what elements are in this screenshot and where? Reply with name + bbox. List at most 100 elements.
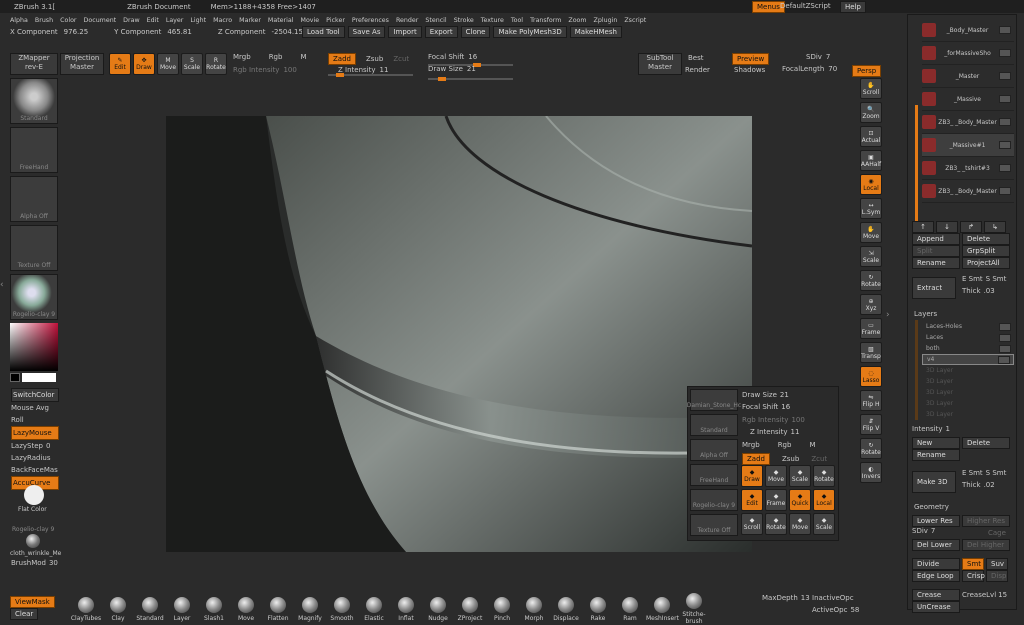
right-tool-lasso-12[interactable]: ◌ Lasso xyxy=(860,366,882,387)
right-tool-flipv-14[interactable]: ⇵ Flip V xyxy=(860,414,882,435)
disp-toggle[interactable]: Disp xyxy=(986,570,1008,582)
menu-item-movie[interactable]: Movie xyxy=(301,17,320,24)
layer-intensity[interactable]: Intensity 1 xyxy=(912,425,950,433)
right-tool-lsym-5[interactable]: ↔ L.Sym xyxy=(860,198,882,219)
menu-item-render[interactable]: Render xyxy=(396,17,418,24)
subtool-visibility-toggle[interactable] xyxy=(998,49,1011,57)
grpsplit-button[interactable]: GrpSplit xyxy=(962,245,1010,257)
down-arrow-icon[interactable]: ↓ xyxy=(936,221,958,233)
rgb-button[interactable]: Rgb xyxy=(269,53,283,61)
menu-item-color[interactable]: Color xyxy=(60,17,76,24)
popup-btn-move-10[interactable]: ◆ Move xyxy=(789,513,811,535)
delete-subtool-button[interactable]: Delete xyxy=(962,233,1010,245)
persp-button[interactable]: Persp xyxy=(852,65,882,77)
right-tool-rotate-15[interactable]: ↻ Rotate xyxy=(860,438,882,459)
cloth-brush-icon[interactable] xyxy=(26,534,40,548)
subtool-item[interactable]: _Master xyxy=(922,65,1014,88)
draw-size-slider[interactable] xyxy=(428,77,513,81)
focal-shift[interactable]: Focal Shift 16 xyxy=(428,53,477,61)
zcut-button[interactable]: Zcut xyxy=(393,55,409,63)
subtool-item[interactable]: _Massive#1 xyxy=(922,134,1014,157)
rgb-intensity[interactable]: Rgb Intensity 100 xyxy=(233,66,297,74)
right-tool-scale-7[interactable]: ⇲ Scale xyxy=(860,246,882,267)
smt-toggle[interactable]: Smt xyxy=(962,558,984,570)
focal-length[interactable]: FocalLength 70 xyxy=(782,65,837,73)
subtool-item[interactable]: _Massive xyxy=(922,88,1014,111)
menu-item-marker[interactable]: Marker xyxy=(239,17,261,24)
script-button[interactable]: DefaultZScript xyxy=(780,2,831,10)
extract-thick[interactable]: Thick .03 xyxy=(962,287,995,295)
subtool-visibility-toggle[interactable] xyxy=(998,26,1011,34)
layer-item[interactable]: Laces xyxy=(922,332,1014,343)
clear-button[interactable]: Clear xyxy=(10,608,39,620)
layer-item[interactable]: both xyxy=(922,343,1014,354)
right-collapse-icon[interactable]: › xyxy=(886,310,894,330)
roll-button[interactable]: Roll xyxy=(11,414,59,426)
file-button-2[interactable]: Import xyxy=(388,26,422,38)
brush-meshinsert[interactable]: MeshInsert xyxy=(646,596,679,622)
popup-freehand-tile[interactable]: FreeHand xyxy=(690,464,738,486)
subtool-item[interactable]: _Body_Master xyxy=(922,19,1014,42)
flat-color-material[interactable] xyxy=(24,485,44,505)
scale-button[interactable]: S Scale xyxy=(181,53,203,75)
new-layer-button[interactable]: New xyxy=(912,437,960,449)
subtool-item[interactable]: ZB3_ _Body_Master xyxy=(922,111,1014,134)
menu-item-material[interactable]: Material xyxy=(268,17,294,24)
popup-btn-rotate-3[interactable]: ◆ Rotate xyxy=(813,465,835,487)
active-opacity[interactable]: ActiveOpc 58 xyxy=(812,606,859,614)
brush-tile-standard[interactable]: Standard xyxy=(10,78,58,124)
brush-rake[interactable]: Rake xyxy=(582,596,614,622)
brush-displace[interactable]: Displace xyxy=(550,596,582,622)
secondary-color-swatch[interactable] xyxy=(10,373,20,382)
popup-btn-local-7[interactable]: ◆ Local xyxy=(813,489,835,511)
best-button[interactable]: Best xyxy=(688,54,704,62)
move-up-icon[interactable]: ↱ xyxy=(960,221,982,233)
file-button-0[interactable]: Load Tool xyxy=(302,26,345,38)
layers-scrollbar[interactable] xyxy=(915,320,918,420)
lazymouse-button[interactable]: LazyMouse xyxy=(11,426,59,440)
menu-item-zscript[interactable]: Zscript xyxy=(624,17,646,24)
lazystep-slider[interactable]: LazyStep 0 xyxy=(11,440,59,452)
z-intensity[interactable]: Z Intensity 11 xyxy=(338,66,388,74)
layer-toggle[interactable] xyxy=(999,344,1011,353)
mrgb-button[interactable]: Mrgb xyxy=(233,53,251,61)
zadd-button[interactable]: Zadd xyxy=(328,53,356,65)
make3d-esmt[interactable]: E Smt xyxy=(962,469,983,477)
popup-texture-tile[interactable]: Texture Off xyxy=(690,514,738,536)
menu-item-brush[interactable]: Brush xyxy=(35,17,53,24)
subtool-visibility-toggle[interactable] xyxy=(999,72,1011,80)
brush-pinch[interactable]: Pinch xyxy=(486,596,518,622)
render-button[interactable]: Render xyxy=(685,66,710,74)
lazyradius-slider[interactable]: LazyRadius xyxy=(11,452,59,464)
split-button[interactable]: Split xyxy=(912,245,960,257)
subtool-visibility-toggle[interactable] xyxy=(999,187,1011,195)
menu-item-light[interactable]: Light xyxy=(190,17,206,24)
uncrease-button[interactable]: UnCrease xyxy=(912,601,960,613)
subtool-item[interactable]: ZB3_ _tshirt#3 xyxy=(922,157,1014,180)
popup-btn-scale-2[interactable]: ◆ Scale xyxy=(789,465,811,487)
menu-item-tool[interactable]: Tool xyxy=(511,17,523,24)
subtool-visibility-toggle[interactable] xyxy=(998,164,1011,172)
layer-toggle[interactable] xyxy=(998,355,1010,364)
z-intensity-slider[interactable] xyxy=(328,73,413,77)
left-collapse-icon[interactable]: ‹ xyxy=(0,280,8,300)
del-lower-button[interactable]: Del Lower xyxy=(912,539,960,551)
brush-elastic[interactable]: Elastic xyxy=(358,596,390,622)
right-tool-scroll-0[interactable]: ✋ Scroll xyxy=(860,78,882,99)
subtool-master-button[interactable]: SubTool Master xyxy=(638,53,682,75)
draw-button[interactable]: ✥ Draw xyxy=(133,53,155,75)
popup-zsub[interactable]: Zsub xyxy=(782,455,799,463)
brush-smooth[interactable]: Smooth xyxy=(326,596,358,622)
file-button-5[interactable]: Make PolyMesh3D xyxy=(493,26,567,38)
append-button[interactable]: Append xyxy=(912,233,960,245)
brush-morph[interactable]: Morph xyxy=(518,596,550,622)
brush-zproject[interactable]: ZProject xyxy=(454,596,486,622)
higher-res-button[interactable]: Higher Res xyxy=(962,515,1010,527)
del-higher-button[interactable]: Del Higher xyxy=(962,539,1010,551)
file-button-4[interactable]: Clone xyxy=(460,26,491,38)
backface-mask-button[interactable]: BackFaceMas xyxy=(11,464,59,476)
popup-draw-size[interactable]: Draw Size 21 xyxy=(742,391,789,399)
geometry-title[interactable]: Geometry xyxy=(914,503,949,511)
divide-button[interactable]: Divide xyxy=(912,558,960,570)
zsub-button[interactable]: Zsub xyxy=(366,55,383,63)
